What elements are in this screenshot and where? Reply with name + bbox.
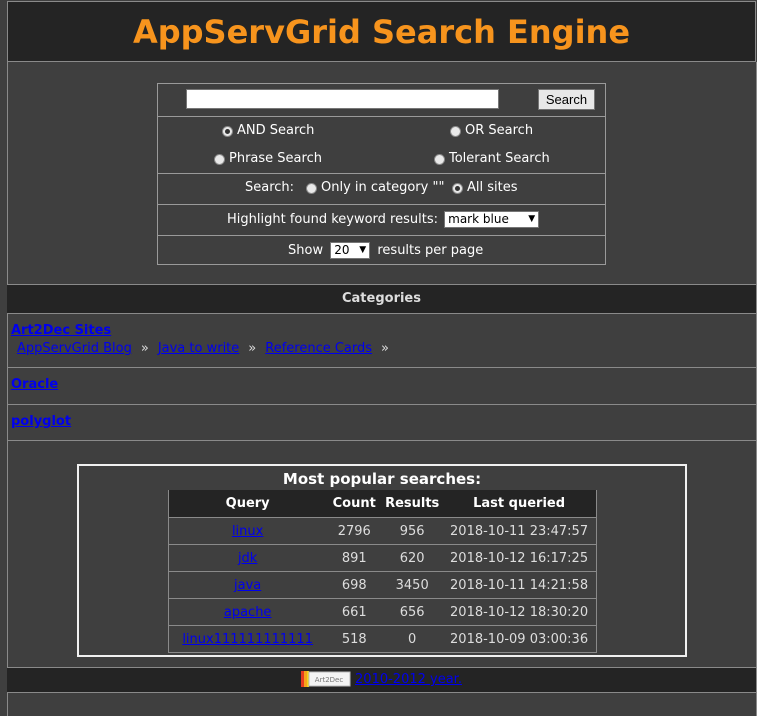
scope-all-label: All sites	[467, 180, 518, 195]
tolerant-search-option[interactable]: Tolerant Search	[434, 151, 550, 166]
table-row: apache 661 656 2018-10-12 18:30:20	[168, 598, 597, 626]
search-input[interactable]	[186, 89, 499, 109]
category-block-polyglot: polyglot	[7, 405, 756, 441]
category-link-polyglot[interactable]: polyglot	[11, 414, 71, 429]
per-page-suffix: results per page	[377, 243, 484, 258]
query-cell: jdk	[168, 544, 327, 572]
phrase-search-option[interactable]: Phrase Search	[214, 151, 322, 166]
phrase-search-label: Phrase Search	[229, 151, 322, 166]
or-search-label: OR Search	[465, 123, 534, 138]
scope-category-radio-icon[interactable]	[306, 183, 317, 194]
search-form: Search AND Search OR Search Phrase Searc…	[157, 83, 606, 265]
subcategory-list: AppServGrid Blog » Java to write » Reference…	[17, 341, 398, 356]
query-cell: apache	[168, 598, 327, 626]
table-row: jdk 891 620 2018-10-12 16:17:25	[168, 544, 597, 572]
scope-category-option[interactable]: Only in category ""	[306, 180, 444, 195]
highlight-select-value: mark blue	[448, 212, 509, 226]
category-link-oracle[interactable]: Oracle	[11, 377, 58, 392]
count-cell: 2796	[326, 517, 383, 545]
categories-heading: Categories	[7, 285, 756, 313]
category-block-art2dec: Art2Dec Sites AppServGrid Blog » Java to w…	[7, 314, 756, 368]
query-cell: linux	[168, 517, 327, 545]
query-link[interactable]: apache	[224, 605, 272, 620]
scope-label: Search:	[245, 180, 295, 195]
search-scope-row: Search: Only in category "" All sites	[158, 174, 605, 205]
chevron-down-icon: ▼	[359, 245, 367, 255]
per-page-select-value: 20	[334, 243, 350, 257]
header-bar: AppServGrid Search Engine	[7, 1, 756, 62]
and-search-radio-icon[interactable]	[222, 126, 233, 137]
footer-bar: Art2Dec 2010-2012 year.	[7, 667, 756, 693]
and-search-label: AND Search	[237, 123, 315, 138]
results-cell: 656	[382, 598, 443, 626]
subcategory-link-java-to-write[interactable]: Java to write	[158, 341, 239, 356]
count-cell: 661	[326, 598, 383, 626]
scope-all-radio-icon[interactable]	[452, 183, 463, 194]
last-queried-cell: 2018-10-11 14:21:58	[442, 571, 597, 599]
highlight-row: Highlight found keyword results: mark bl…	[158, 205, 605, 236]
search-button[interactable]: Search	[538, 89, 595, 110]
results-cell: 0	[382, 625, 443, 653]
table-row: java 698 3450 2018-10-11 14:21:58	[168, 571, 597, 599]
tolerant-search-label: Tolerant Search	[449, 151, 550, 166]
show-label: Show	[288, 243, 324, 258]
scope-all-option[interactable]: All sites	[452, 180, 518, 195]
chevron-down-icon: ▼	[528, 214, 536, 224]
breadcrumb-separator: »	[140, 341, 149, 356]
column-header-results: Results	[382, 490, 443, 518]
count-cell: 891	[326, 544, 383, 572]
category-link-art2dec[interactable]: Art2Dec Sites	[11, 323, 111, 338]
results-cell: 620	[382, 544, 443, 572]
table-row: linux111111111111 518 0 2018-10-09 03:00…	[168, 625, 597, 653]
phrase-search-radio-icon[interactable]	[214, 154, 225, 165]
count-cell: 518	[326, 625, 383, 653]
page: AppServGrid Search Engine Search AND Sea…	[0, 0, 757, 716]
last-queried-cell: 2018-10-12 16:17:25	[442, 544, 597, 572]
subcategory-link-appservgrid-blog[interactable]: AppServGrid Blog	[17, 341, 132, 356]
popular-searches-table: Query Count Results Last queried linux 2…	[168, 490, 597, 653]
highlight-label-text: Highlight found keyword results:	[227, 212, 438, 227]
or-search-radio-icon[interactable]	[450, 126, 461, 137]
category-block-oracle: Oracle	[7, 368, 756, 405]
query-link[interactable]: jdk	[238, 551, 257, 566]
last-queried-cell: 2018-10-09 03:00:36	[442, 625, 597, 653]
query-cell: linux111111111111	[168, 625, 327, 653]
per-page-control: Show 20 ▼ results per page	[288, 242, 483, 259]
results-cell: 956	[382, 517, 443, 545]
search-mode-row: AND Search OR Search Phrase Search Toler…	[158, 117, 605, 174]
per-page-select[interactable]: 20 ▼	[330, 242, 371, 259]
query-link[interactable]: linux111111111111	[182, 632, 313, 647]
art2dec-logo-icon: Art2Dec	[301, 670, 351, 687]
popular-searches-title: Most popular searches:	[282, 470, 482, 488]
and-search-option[interactable]: AND Search	[222, 123, 314, 138]
svg-text:Art2Dec: Art2Dec	[315, 676, 344, 684]
results-cell: 3450	[382, 571, 443, 599]
scope-category-label: Only in category ""	[321, 180, 445, 195]
column-header-query: Query	[168, 490, 327, 518]
breadcrumb-separator: »	[381, 341, 389, 356]
subcategory-link-reference-cards[interactable]: Reference Cards	[265, 341, 372, 356]
per-page-row: Show 20 ▼ results per page	[158, 236, 605, 265]
tolerant-search-radio-icon[interactable]	[434, 154, 445, 165]
popular-searches-panel: Most popular searches: Query Count Resul…	[77, 464, 687, 657]
breadcrumb-separator: »	[248, 341, 257, 356]
column-header-last-queried: Last queried	[442, 490, 597, 518]
last-queried-cell: 2018-10-12 18:30:20	[442, 598, 597, 626]
highlight-select[interactable]: mark blue ▼	[444, 211, 540, 228]
search-input-row: Search	[158, 84, 605, 117]
last-queried-cell: 2018-10-11 23:47:57	[442, 517, 597, 545]
count-cell: 698	[326, 571, 383, 599]
query-cell: java	[168, 571, 327, 599]
query-link[interactable]: java	[234, 578, 261, 593]
highlight-label: Highlight found keyword results: mark bl…	[227, 211, 540, 228]
column-header-count: Count	[326, 490, 383, 518]
or-search-option[interactable]: OR Search	[450, 123, 533, 138]
footer-year-link[interactable]: 2010-2012 year.	[355, 672, 462, 687]
query-link[interactable]: linux	[232, 524, 263, 539]
page-title: AppServGrid Search Engine	[132, 13, 631, 51]
table-row: linux 2796 956 2018-10-11 23:47:57	[168, 517, 597, 545]
table-header-row: Query Count Results Last queried	[168, 490, 597, 518]
